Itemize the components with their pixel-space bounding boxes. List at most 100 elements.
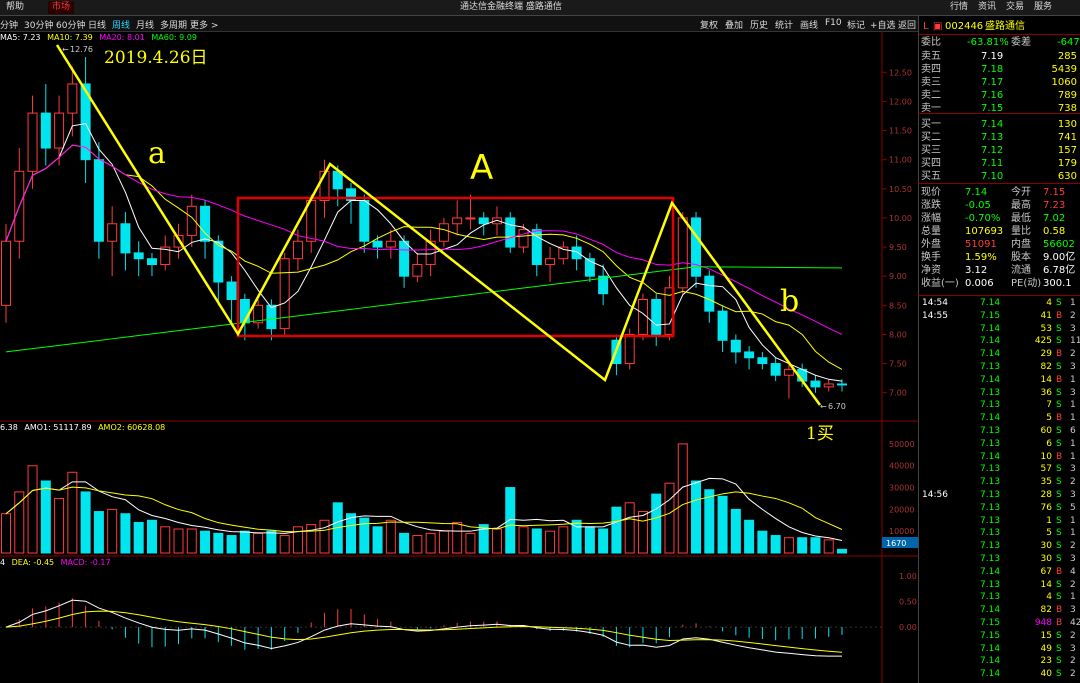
tick-side: S: [1056, 438, 1062, 449]
news-button[interactable]: 资讯: [978, 1, 996, 14]
mark-button[interactable]: 标记: [847, 18, 865, 31]
volume-bar: [346, 513, 357, 554]
add-watchlist-button[interactable]: +自选: [870, 18, 896, 31]
candle-body: [93, 159, 104, 242]
volume-bar: [584, 526, 595, 554]
quote-label: 内盘: [1011, 239, 1031, 250]
tick-side: S: [1056, 490, 1062, 500]
tick-volume: 35: [1040, 477, 1052, 488]
volume-bar: [14, 491, 25, 554]
tick-count: 3: [1070, 643, 1076, 654]
tick-side: S: [1056, 592, 1062, 603]
date-annotation: 2019.4.26日: [104, 48, 208, 68]
ma10-legend: MA10: 7.39: [47, 33, 93, 42]
bid-volume: 741: [1057, 132, 1077, 143]
volume-tick-label: 10000: [889, 527, 914, 536]
tick-volume: 29: [1040, 349, 1052, 360]
volume-bar: [40, 480, 51, 554]
restore-rights-button[interactable]: 复权: [700, 18, 718, 31]
ask-row[interactable]: 卖三 7.17 1060: [919, 76, 1080, 89]
period-more[interactable]: 更多 >: [190, 18, 218, 31]
tick-side: B: [1056, 374, 1063, 385]
period-multi[interactable]: 多周期: [160, 18, 187, 31]
period-30min[interactable]: 30分钟: [24, 18, 53, 31]
quote-button[interactable]: 行情: [950, 1, 968, 14]
tick-volume: 1: [1046, 515, 1052, 526]
stock-name[interactable]: 盛路通信: [985, 20, 1025, 33]
tick-side: S: [1056, 387, 1062, 398]
title-bar: 帮助 市场 通达信金融终端 盛路通信 行情 资讯 交易 服务: [0, 0, 1080, 16]
ask-price: 7.16: [981, 90, 1004, 101]
bid-label: 买一: [921, 119, 941, 130]
tick-volume: 28: [1040, 490, 1052, 500]
flag-badge: L: [923, 21, 929, 32]
volume-bar: [385, 519, 396, 554]
statistics-button[interactable]: 统计: [775, 18, 793, 31]
overlay-button[interactable]: 叠加: [725, 18, 743, 31]
bid-row[interactable]: 买三 7.12 157: [919, 144, 1080, 157]
volume-bar: [120, 513, 131, 554]
macd-tick-label: 1.00: [899, 572, 917, 581]
f10-button[interactable]: F10: [825, 18, 842, 28]
volume-averages: [5, 477, 843, 541]
volume-bar: [54, 497, 65, 554]
tick-row: 7.14 40 S 2: [918, 668, 1080, 681]
tick-count: 6: [1070, 426, 1076, 436]
ask-label: 卖五: [921, 51, 941, 62]
macd-tick-label: 0.00: [899, 623, 917, 632]
period-minute[interactable]: 分钟: [0, 18, 18, 31]
bid-row[interactable]: 买五 7.10 630: [919, 170, 1080, 183]
quote-label: 量比: [1011, 226, 1031, 237]
tick-price: 7.13: [980, 400, 1001, 411]
bid-row[interactable]: 买四 7.11 179: [919, 157, 1080, 170]
tick-count: 3: [1070, 464, 1076, 475]
tick-row: 7.14 49 S 3: [918, 643, 1080, 656]
tick-count: 3: [1070, 605, 1076, 616]
candle-body: [465, 217, 476, 220]
tick-volume: 82: [1040, 605, 1052, 616]
volume-bar: [452, 521, 463, 554]
volume-bar: [372, 526, 383, 554]
quote-label: 总量: [921, 226, 941, 237]
volume-bar: [531, 528, 542, 554]
help-menu[interactable]: 帮助: [6, 1, 24, 14]
trade-button[interactable]: 交易: [1006, 1, 1024, 14]
volume-bar: [239, 530, 250, 554]
candle-body: [637, 298, 648, 335]
ask-row[interactable]: 卖四 7.18 5439: [919, 63, 1080, 76]
candle-body: [1, 240, 11, 306]
ask-row[interactable]: 卖二 7.16 789: [919, 89, 1080, 102]
ma60-legend: MA60: 9.09: [151, 33, 197, 42]
period-60min[interactable]: 60分钟: [56, 18, 85, 31]
tick-side: S: [1056, 298, 1062, 308]
tick-side: S: [1056, 656, 1062, 667]
kline-chart[interactable]: 12.50 12.00 11.50 11.00 10.50 10.00 9.50 9.00 8.…: [0, 31, 918, 683]
period-daily[interactable]: 日线: [88, 18, 106, 31]
ask-price: 7.18: [981, 64, 1004, 75]
candle-body: [505, 217, 516, 248]
ask-row[interactable]: 卖五 7.19 285: [919, 50, 1080, 63]
volume-bar: [107, 508, 118, 554]
back-button[interactable]: 返回: [898, 18, 916, 31]
service-button[interactable]: 服务: [1034, 1, 1052, 14]
high-price-label: 12.76: [70, 45, 93, 54]
period-monthly[interactable]: 月线: [136, 18, 154, 31]
tick-volume: 7: [1046, 400, 1052, 411]
period-weekly[interactable]: 周线: [112, 18, 130, 31]
candle-body: [226, 281, 237, 300]
volume-bar: [438, 530, 449, 554]
draw-line-button[interactable]: 画线: [800, 18, 818, 31]
bid-row[interactable]: 买一 7.14 130: [919, 118, 1080, 131]
history-button[interactable]: 历史: [750, 18, 768, 31]
tick-count: 1: [1070, 400, 1076, 411]
bid-row[interactable]: 买二 7.13 741: [919, 131, 1080, 144]
macd-legend: 4 DEA: -0.45 MACD: -0.17: [0, 558, 111, 567]
market-menu[interactable]: 市场: [48, 1, 75, 14]
tick-side: S: [1056, 515, 1062, 526]
ask-label: 卖二: [921, 90, 941, 101]
tick-volume: 15: [1040, 630, 1052, 641]
volume-bar: [279, 535, 290, 554]
tick-side: B: [1056, 349, 1063, 360]
ma20-legend: MA20: 8.01: [99, 33, 145, 42]
tick-row: 14:56 7.13 28 S 3: [918, 489, 1080, 502]
